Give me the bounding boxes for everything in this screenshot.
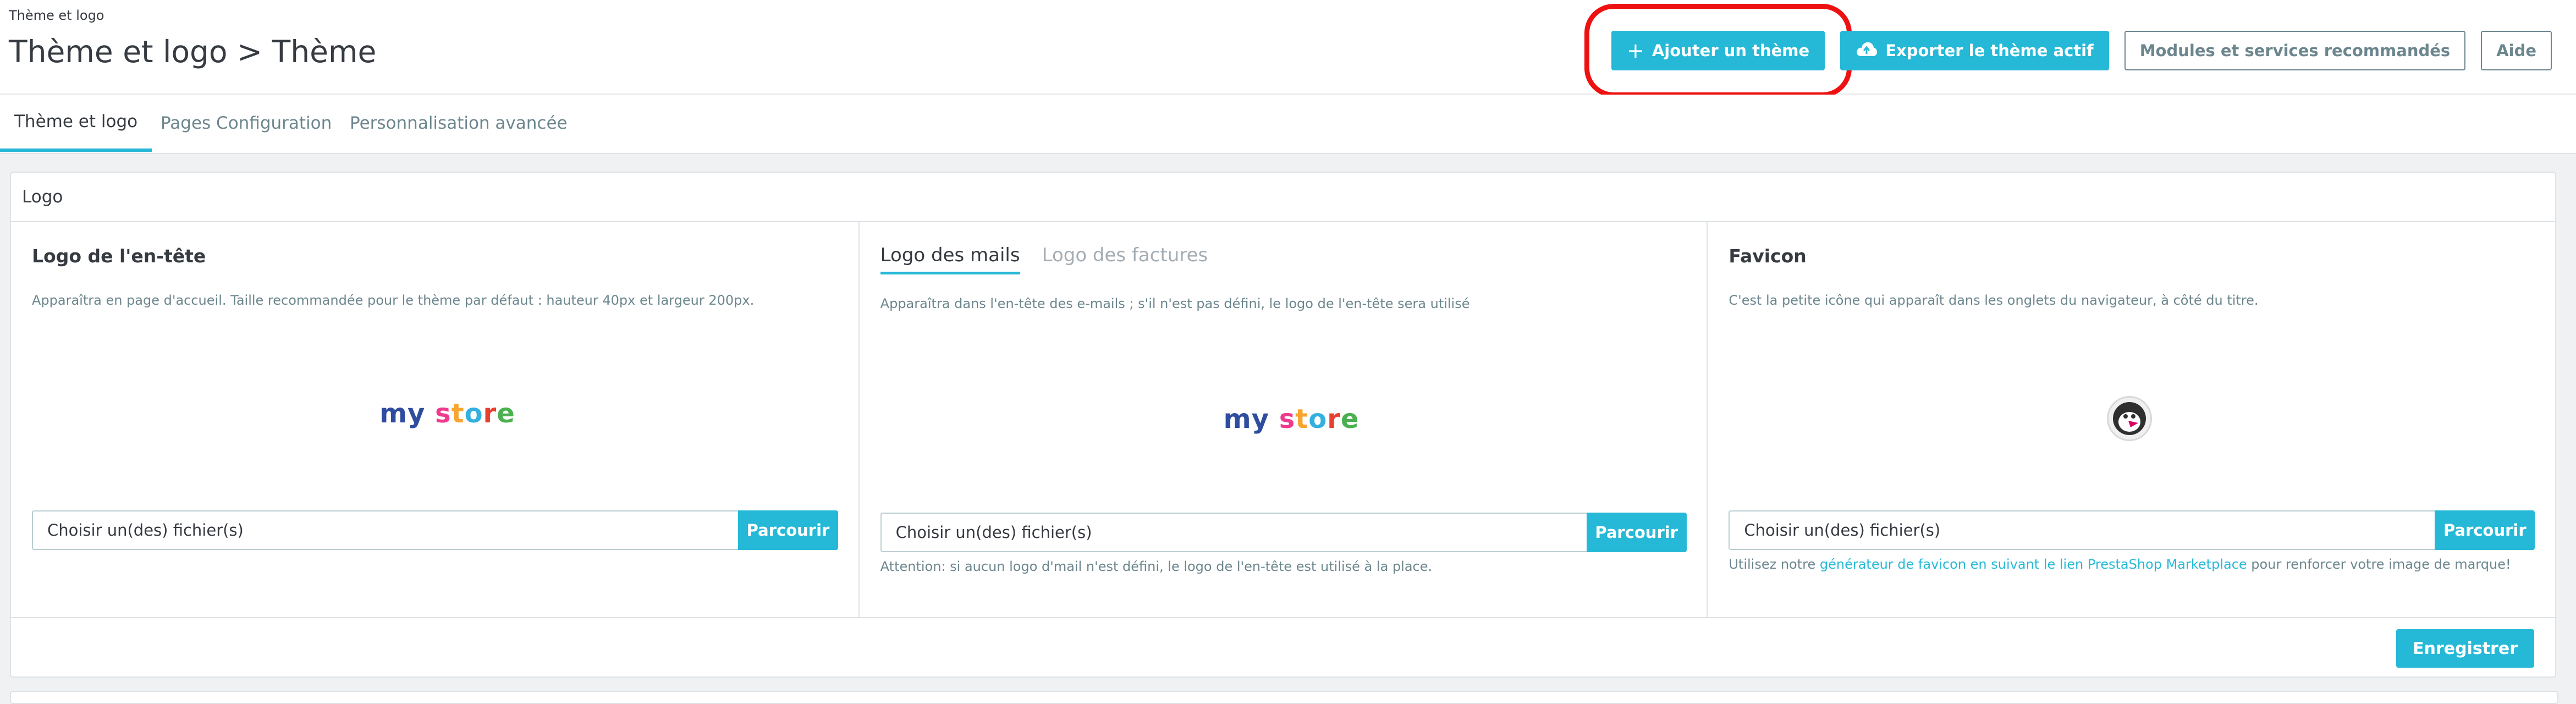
card-footer: Enregistrer xyxy=(11,617,2555,678)
page-title: Thème et logo > Thème xyxy=(9,34,377,69)
export-theme-button[interactable]: Exporter le thème actif xyxy=(1840,31,2109,70)
header-logo-browse-button[interactable]: Parcourir xyxy=(738,510,838,550)
header-logo-file-input[interactable]: Choisir un(des) fichier(s) xyxy=(32,510,738,550)
favicon-title: Favicon xyxy=(1729,245,1807,267)
favicon-image xyxy=(2107,396,2153,441)
breadcrumb[interactable]: Thème et logo xyxy=(9,8,104,23)
tab-mail-logo[interactable]: Logo des mails xyxy=(880,244,1020,274)
mail-logo-help: Attention: si aucun logo d'mail n'est dé… xyxy=(880,559,1433,574)
add-theme-label: Ajouter un thème xyxy=(1652,41,1810,60)
card-title: Logo xyxy=(11,173,2555,222)
tab-pages-configuration[interactable]: Pages Configuration xyxy=(161,95,332,152)
favicon-file-group: Choisir un(des) fichier(s) Parcourir xyxy=(1729,510,2535,550)
tab-theme-and-logo[interactable]: Thème et logo xyxy=(0,95,152,152)
favicon-column: Favicon C'est la petite icône qui appara… xyxy=(1708,222,2555,617)
header-logo-file-group: Choisir un(des) fichier(s) Parcourir xyxy=(32,510,838,550)
header-logo-title: Logo de l'en-tête xyxy=(32,245,206,267)
export-theme-label: Exporter le thème actif xyxy=(1885,41,2094,60)
mail-logo-description: Apparaîtra dans l'en-tête des e-mails ; … xyxy=(880,296,1470,311)
page-header: Thème et logo Thème et logo > Thème + Aj… xyxy=(0,0,2576,97)
mail-logo-tabs: Logo des mails Logo des factures xyxy=(880,244,1208,274)
add-theme-button[interactable]: + Ajouter un thème xyxy=(1584,4,1852,97)
mail-logo-column: Logo des mails Logo des factures Apparaî… xyxy=(860,222,1708,617)
logo-columns: Logo de l'en-tête Apparaîtra en page d'a… xyxy=(11,222,2555,617)
favicon-browse-button[interactable]: Parcourir xyxy=(2435,510,2535,550)
mail-logo-file-input[interactable]: Choisir un(des) fichier(s) xyxy=(880,513,1587,552)
favicon-generator-link[interactable]: générateur de favicon en suivant le lien… xyxy=(1820,557,2247,572)
mail-logo-browse-button[interactable]: Parcourir xyxy=(1586,513,1687,552)
help-button[interactable]: Aide xyxy=(2481,31,2552,70)
mail-logo-file-group: Choisir un(des) fichier(s) Parcourir xyxy=(880,513,1687,552)
logo-card: Logo Logo de l'en-tête Apparaîtra en pag… xyxy=(10,172,2556,678)
tab-invoice-logo[interactable]: Logo des factures xyxy=(1042,244,1208,274)
cloud-upload-icon xyxy=(1856,41,1878,61)
plus-icon: + xyxy=(1627,38,1644,63)
favicon-help: Utilisez notre générateur de favicon en … xyxy=(1729,557,2511,572)
store-logo-image: my store xyxy=(379,398,515,429)
favicon-help-suffix: pour renforcer votre image de marque! xyxy=(2247,557,2511,572)
mail-logo-image: my store xyxy=(1223,404,1359,435)
tab-advanced-customization[interactable]: Personnalisation avancée xyxy=(350,95,568,152)
favicon-help-prefix: Utilisez notre xyxy=(1729,557,1820,572)
favicon-file-input[interactable]: Choisir un(des) fichier(s) xyxy=(1729,510,2435,550)
favicon-description: C'est la petite icône qui apparaît dans … xyxy=(1729,293,2259,308)
next-card-edge xyxy=(10,691,2558,704)
recommended-modules-button[interactable]: Modules et services recommandés xyxy=(2124,31,2466,70)
toolbar: + Ajouter un thème Exporter le thème act… xyxy=(1584,4,2552,97)
tab-bar: Thème et logo Pages Configuration Person… xyxy=(0,95,2576,154)
save-button[interactable]: Enregistrer xyxy=(2396,629,2534,668)
header-logo-column: Logo de l'en-tête Apparaîtra en page d'a… xyxy=(11,222,860,617)
header-logo-description: Apparaîtra en page d'accueil. Taille rec… xyxy=(32,293,755,308)
